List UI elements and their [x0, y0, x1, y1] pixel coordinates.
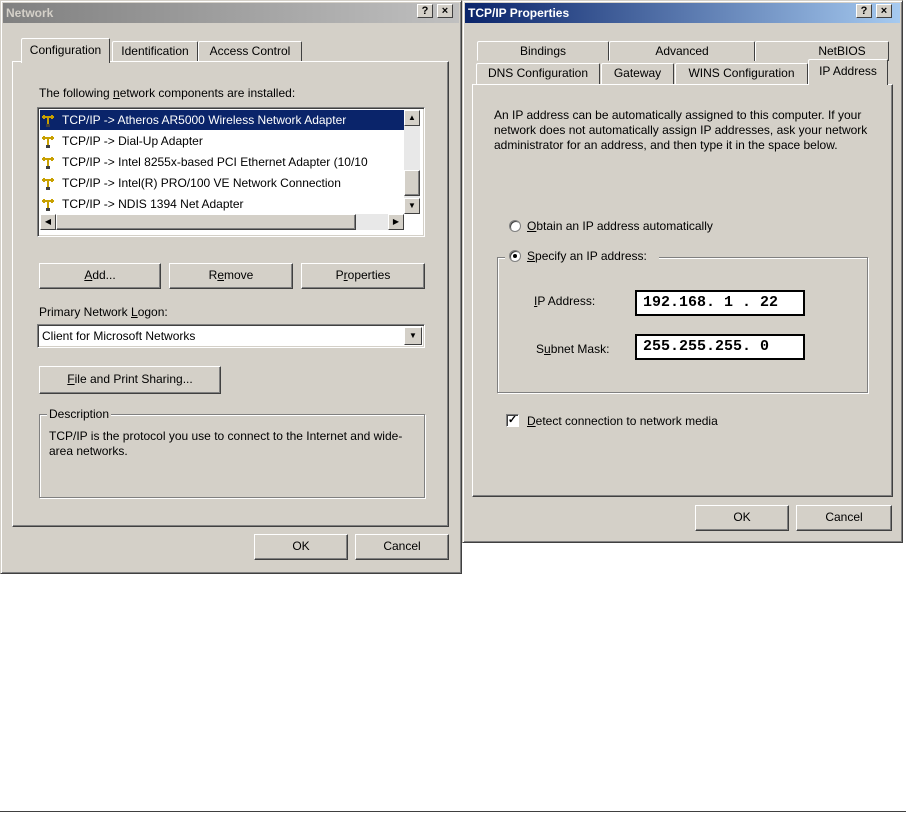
logon-select[interactable]: Client for Microsoft Networks ▼ — [37, 324, 425, 348]
tab-wins-configuration[interactable]: WINS Configuration — [675, 63, 808, 84]
tab-dns-configuration[interactable]: DNS Configuration — [476, 63, 600, 84]
scroll-left-icon[interactable]: ◀ — [40, 214, 56, 230]
component-name: TCP/IP -> Intel 8255x-based PCI Ethernet… — [62, 155, 368, 169]
add-button[interactable]: Add... — [39, 263, 161, 289]
network-title-bar[interactable]: Network — [3, 3, 459, 23]
close-button[interactable]: × — [876, 4, 892, 18]
tab-netbios[interactable]: NetBIOS — [755, 41, 889, 61]
close-button[interactable]: × — [437, 4, 453, 18]
description-text: TCP/IP is the protocol you use to connec… — [49, 429, 403, 458]
tab-advanced[interactable]: Advanced — [609, 41, 755, 61]
subnet-mask-label: Subnet Mask: — [536, 342, 610, 356]
tcpip-title: TCP/IP Properties — [468, 6, 570, 20]
chevron-down-icon[interactable]: ▼ — [404, 327, 422, 345]
tcpip-ok-button[interactable]: OK — [695, 505, 789, 531]
obtain-ip-radio[interactable] — [509, 220, 521, 232]
bottom-divider — [0, 811, 906, 812]
logon-label: Primary Network Logon: — [39, 305, 168, 319]
ip-intro-text: An IP address can be automatically assig… — [494, 108, 868, 152]
list-item[interactable]: TCP/IP -> Intel(R) PRO/100 VE Network Co… — [40, 173, 341, 193]
properties-button[interactable]: Properties — [301, 263, 425, 289]
ip-address-field[interactable]: 192.168. 1 . 22 — [635, 290, 805, 316]
detect-media-label[interactable]: Detect connection to network media — [527, 414, 718, 428]
tab-configuration[interactable]: Configuration — [21, 38, 110, 63]
network-cancel-button[interactable]: Cancel — [355, 534, 449, 560]
specify-ip-label[interactable]: Specify an IP address: — [527, 249, 647, 263]
remove-button[interactable]: Remove — [169, 263, 293, 289]
obtain-ip-label[interactable]: Obtain an IP address automatically — [527, 219, 713, 233]
scroll-down-icon[interactable]: ▼ — [404, 198, 420, 214]
specify-ip-group — [497, 257, 868, 393]
network-adapter-icon — [40, 114, 58, 128]
help-button[interactable]: ? — [856, 4, 872, 18]
network-adapter-icon — [40, 156, 58, 170]
installed-label: The following network components are ins… — [39, 86, 296, 100]
description-legend: Description — [47, 407, 112, 421]
list-item[interactable]: TCP/IP -> Dial-Up Adapter — [40, 131, 203, 151]
list-item[interactable]: TCP/IP -> Intel 8255x-based PCI Ethernet… — [40, 152, 368, 172]
radio-selected-dot — [513, 254, 517, 258]
scroll-thumb[interactable] — [404, 170, 420, 196]
subnet-mask-field[interactable]: 255.255.255. 0 — [635, 334, 805, 360]
tcpip-cancel-button[interactable]: Cancel — [796, 505, 892, 531]
network-dialog: Network ? × Configuration Identification… — [0, 0, 462, 574]
vertical-scrollbar[interactable]: ▲ ▼ — [404, 110, 420, 214]
component-name: TCP/IP -> NDIS 1394 Net Adapter — [62, 197, 244, 211]
tcpip-title-bar[interactable]: TCP/IP Properties — [465, 3, 900, 23]
tab-bindings[interactable]: Bindings — [477, 41, 609, 61]
tab-ip-address[interactable]: IP Address — [808, 59, 888, 85]
tcpip-dialog: TCP/IP Properties ? × Bindings Advanced … — [462, 0, 903, 543]
list-item[interactable]: TCP/IP -> Atheros AR5000 Wireless Networ… — [40, 110, 404, 130]
logon-value: Client for Microsoft Networks — [42, 329, 196, 343]
scroll-thumb-horizontal[interactable] — [56, 214, 356, 230]
network-adapter-icon — [40, 177, 58, 191]
list-item[interactable]: TCP/IP -> NDIS 1394 Net Adapter — [40, 194, 244, 214]
component-name: TCP/IP -> Intel(R) PRO/100 VE Network Co… — [62, 176, 341, 190]
specify-ip-radio[interactable] — [509, 250, 521, 262]
network-adapter-icon — [40, 135, 58, 149]
network-ok-button[interactable]: OK — [254, 534, 348, 560]
scroll-right-icon[interactable]: ▶ — [388, 214, 404, 230]
tab-gateway[interactable]: Gateway — [601, 63, 674, 84]
network-title: Network — [6, 6, 54, 20]
component-name: TCP/IP -> Atheros AR5000 Wireless Networ… — [62, 113, 347, 127]
component-name: TCP/IP -> Dial-Up Adapter — [62, 134, 203, 148]
tab-access-control[interactable]: Access Control — [198, 41, 302, 61]
detect-media-checkbox[interactable]: ✓ — [506, 414, 519, 427]
help-button[interactable]: ? — [417, 4, 433, 18]
file-print-sharing-button[interactable]: File and Print Sharing... — [39, 366, 221, 394]
ip-address-label: IP Address: — [534, 294, 596, 308]
horizontal-scrollbar[interactable]: ◀ ▶ — [40, 214, 404, 230]
components-listbox[interactable]: TCP/IP -> Atheros AR5000 Wireless Networ… — [37, 107, 425, 237]
tab-identification[interactable]: Identification — [112, 41, 198, 61]
network-adapter-icon — [40, 198, 58, 212]
scroll-up-icon[interactable]: ▲ — [404, 110, 420, 126]
